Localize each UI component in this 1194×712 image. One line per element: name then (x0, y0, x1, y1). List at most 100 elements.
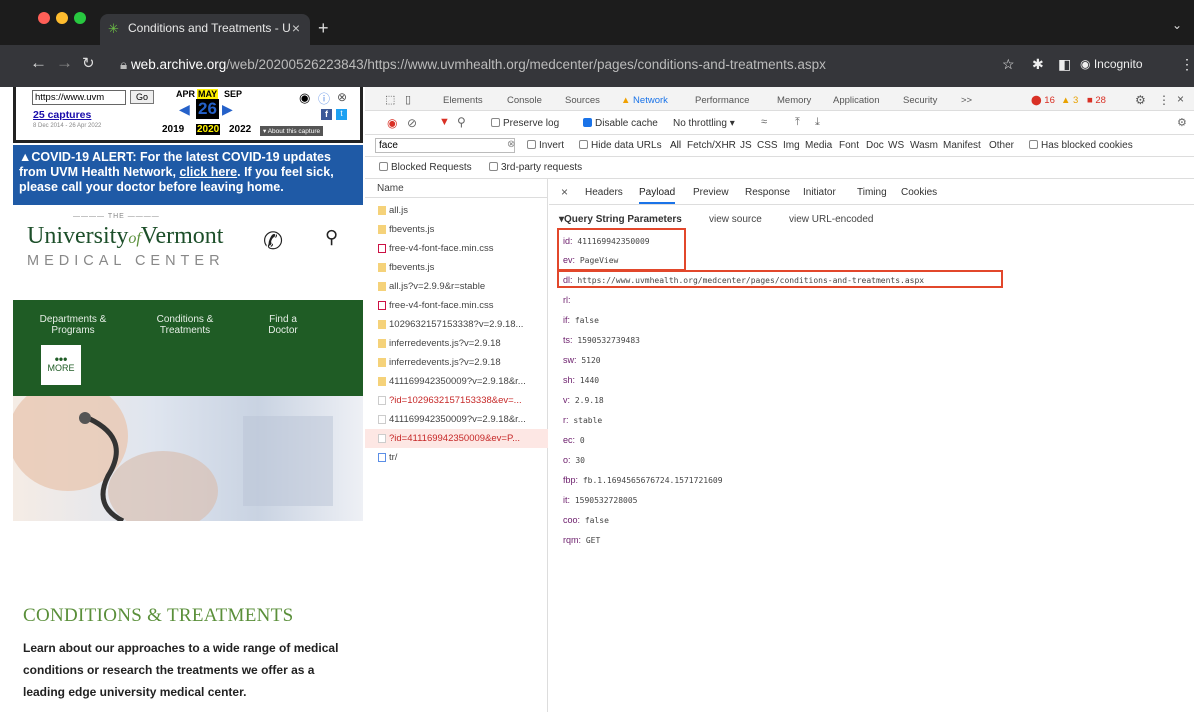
request-row[interactable]: tr/ (365, 448, 548, 467)
next-capture-arrow-icon[interactable]: ▶ (222, 101, 233, 118)
captures-link[interactable]: 25 captures (33, 109, 91, 121)
tab-elements[interactable]: Elements (443, 95, 483, 106)
extensions-icon[interactable]: ✱ (1032, 56, 1044, 73)
errors-badge[interactable]: ⬤ 16 (1031, 95, 1055, 106)
incognito-indicator[interactable]: ◉ Incognito (1080, 57, 1143, 71)
nav-find-doctor[interactable]: Find a Doctor (253, 314, 313, 336)
tab-application[interactable]: Application (833, 95, 879, 106)
tab-timing[interactable]: Timing (857, 187, 887, 198)
tab-sources[interactable]: Sources (565, 95, 600, 106)
wayback-go-button[interactable]: Go (130, 90, 155, 104)
account-icon[interactable]: ◉ (299, 90, 310, 106)
close-window-button[interactable] (38, 12, 50, 24)
query-string-header[interactable]: ▾Query String Parameters (559, 214, 682, 225)
request-row[interactable]: ?id=1029632157153338&ev=... (365, 391, 548, 410)
filter-wasm[interactable]: Wasm (910, 140, 938, 151)
tab-search-icon[interactable]: ⌄ (1172, 18, 1182, 32)
settings-gear-icon[interactable]: ⚙ (1135, 93, 1146, 107)
tab-console[interactable]: Console (507, 95, 542, 106)
bookmark-star-icon[interactable]: ☆ (1002, 56, 1015, 73)
side-panel-icon[interactable]: ◧ (1058, 56, 1071, 73)
help-icon[interactable]: ⓘ (318, 90, 330, 107)
request-row[interactable]: fbevents.js (365, 258, 548, 277)
prev-capture-arrow-icon[interactable]: ◀ (179, 101, 190, 118)
disable-cache-checkbox[interactable]: Disable cache (583, 118, 658, 129)
tab-initiator[interactable]: Initiator (803, 187, 836, 198)
issues-badge[interactable]: ■ 28 (1087, 95, 1106, 106)
request-row[interactable]: inferredevents.js?v=2.9.18 (365, 334, 548, 353)
wayback-url-input[interactable] (32, 90, 126, 105)
month-prev[interactable]: APR (176, 89, 195, 99)
filter-ws[interactable]: WS (888, 140, 904, 151)
browser-menu-icon[interactable]: ⋮ (1180, 56, 1194, 73)
close-devtools-icon[interactable]: × (1177, 92, 1184, 106)
more-menu-button[interactable]: ••• MORE (41, 345, 81, 385)
url-bar[interactable]: 🔒︎ web.archive.org/web/20200526223843/ht… (120, 57, 826, 73)
filter-input[interactable] (375, 138, 515, 153)
filter-other[interactable]: Other (989, 140, 1014, 151)
blocked-cookies-checkbox[interactable]: Has blocked cookies (1029, 140, 1133, 151)
minimize-window-button[interactable] (56, 12, 68, 24)
tab-memory[interactable]: Memory (777, 95, 811, 106)
warnings-badge[interactable]: ▲ 3 (1061, 95, 1078, 106)
forward-arrow-icon[interactable]: → (56, 53, 73, 73)
back-arrow-icon[interactable]: ← (30, 53, 47, 73)
tab-security[interactable]: Security (903, 95, 937, 106)
clear-icon[interactable]: ⊘ (407, 116, 417, 130)
hide-data-urls-checkbox[interactable]: Hide data URLs (579, 140, 662, 151)
nav-departments[interactable]: Departments & Programs (33, 314, 113, 336)
third-party-checkbox[interactable]: 3rd-party requests (489, 162, 582, 173)
close-tab-icon[interactable]: × (292, 20, 300, 36)
more-tabs-chevron[interactable]: >> (961, 95, 972, 106)
export-har-icon[interactable]: ⤓ (815, 116, 820, 129)
facebook-icon[interactable]: f (321, 109, 332, 120)
view-source-link[interactable]: view source (709, 214, 762, 225)
filter-manifest[interactable]: Manifest (943, 140, 981, 151)
device-toolbar-icon[interactable]: ▯ (405, 93, 411, 106)
invert-checkbox[interactable]: Invert (527, 140, 564, 151)
filter-fetch-xhr[interactable]: Fetch/XHR (687, 140, 736, 151)
filter-media[interactable]: Media (805, 140, 832, 151)
request-row-selected[interactable]: ?id=411169942350009&ev=P... (365, 429, 548, 448)
throttling-select[interactable]: No throttling ▾ (673, 118, 735, 129)
covid-click-here-link[interactable]: click here (179, 165, 237, 179)
import-har-icon[interactable]: ⤒ (795, 116, 800, 129)
month-next[interactable]: SEP (224, 89, 242, 99)
year-prev[interactable]: 2019 (162, 124, 184, 135)
filter-css[interactable]: CSS (757, 140, 778, 151)
filter-img[interactable]: Img (783, 140, 800, 151)
clear-filter-icon[interactable]: ⊗ (507, 139, 515, 150)
request-row[interactable]: all.js (365, 201, 548, 220)
tab-cookies[interactable]: Cookies (901, 187, 937, 198)
about-capture-button[interactable]: ▾ About this capture (260, 126, 324, 136)
tab-preview[interactable]: Preview (693, 187, 729, 198)
twitter-icon[interactable]: t (336, 109, 347, 120)
reload-icon[interactable]: ↻ (82, 54, 95, 72)
request-row[interactable]: free-v4-font-face.min.css (365, 239, 548, 258)
view-url-encoded-link[interactable]: view URL-encoded (789, 214, 874, 225)
network-conditions-icon[interactable]: ≈ (761, 116, 767, 128)
preserve-log-checkbox[interactable]: Preserve log (491, 118, 559, 129)
network-settings-icon[interactable]: ⚙ (1177, 116, 1187, 129)
request-row[interactable]: 411169942350009?v=2.9.18&r... (365, 410, 548, 429)
tab-network[interactable]: ▲ Network (621, 95, 668, 106)
tab-response[interactable]: Response (745, 187, 790, 198)
filter-js[interactable]: JS (740, 140, 752, 151)
request-row[interactable]: all.js?v=2.9.9&r=stable (365, 277, 548, 296)
search-icon[interactable]: ⚲ (325, 227, 338, 248)
inspect-element-icon[interactable]: ⬚ (385, 93, 395, 106)
filter-doc[interactable]: Doc (866, 140, 884, 151)
uvm-logo[interactable]: UniversityofVermont (27, 223, 223, 250)
close-detail-icon[interactable]: × (561, 185, 568, 199)
request-row[interactable]: 1029632157153338?v=2.9.18... (365, 315, 548, 334)
devtools-menu-icon[interactable]: ⋮ (1158, 93, 1170, 107)
name-column-header[interactable]: Name (377, 183, 404, 194)
phone-icon[interactable]: ✆ (263, 227, 283, 256)
filter-all[interactable]: All (670, 140, 681, 151)
new-tab-button[interactable]: + (318, 18, 329, 39)
search-network-icon[interactable]: ⚲ (457, 115, 466, 129)
browser-tab[interactable]: ✳ Conditions and Treatments - U × (100, 14, 310, 45)
tab-payload[interactable]: Payload (639, 187, 676, 204)
request-row[interactable]: 411169942350009?v=2.9.18&r... (365, 372, 548, 391)
record-icon[interactable]: ◉ (387, 116, 397, 130)
